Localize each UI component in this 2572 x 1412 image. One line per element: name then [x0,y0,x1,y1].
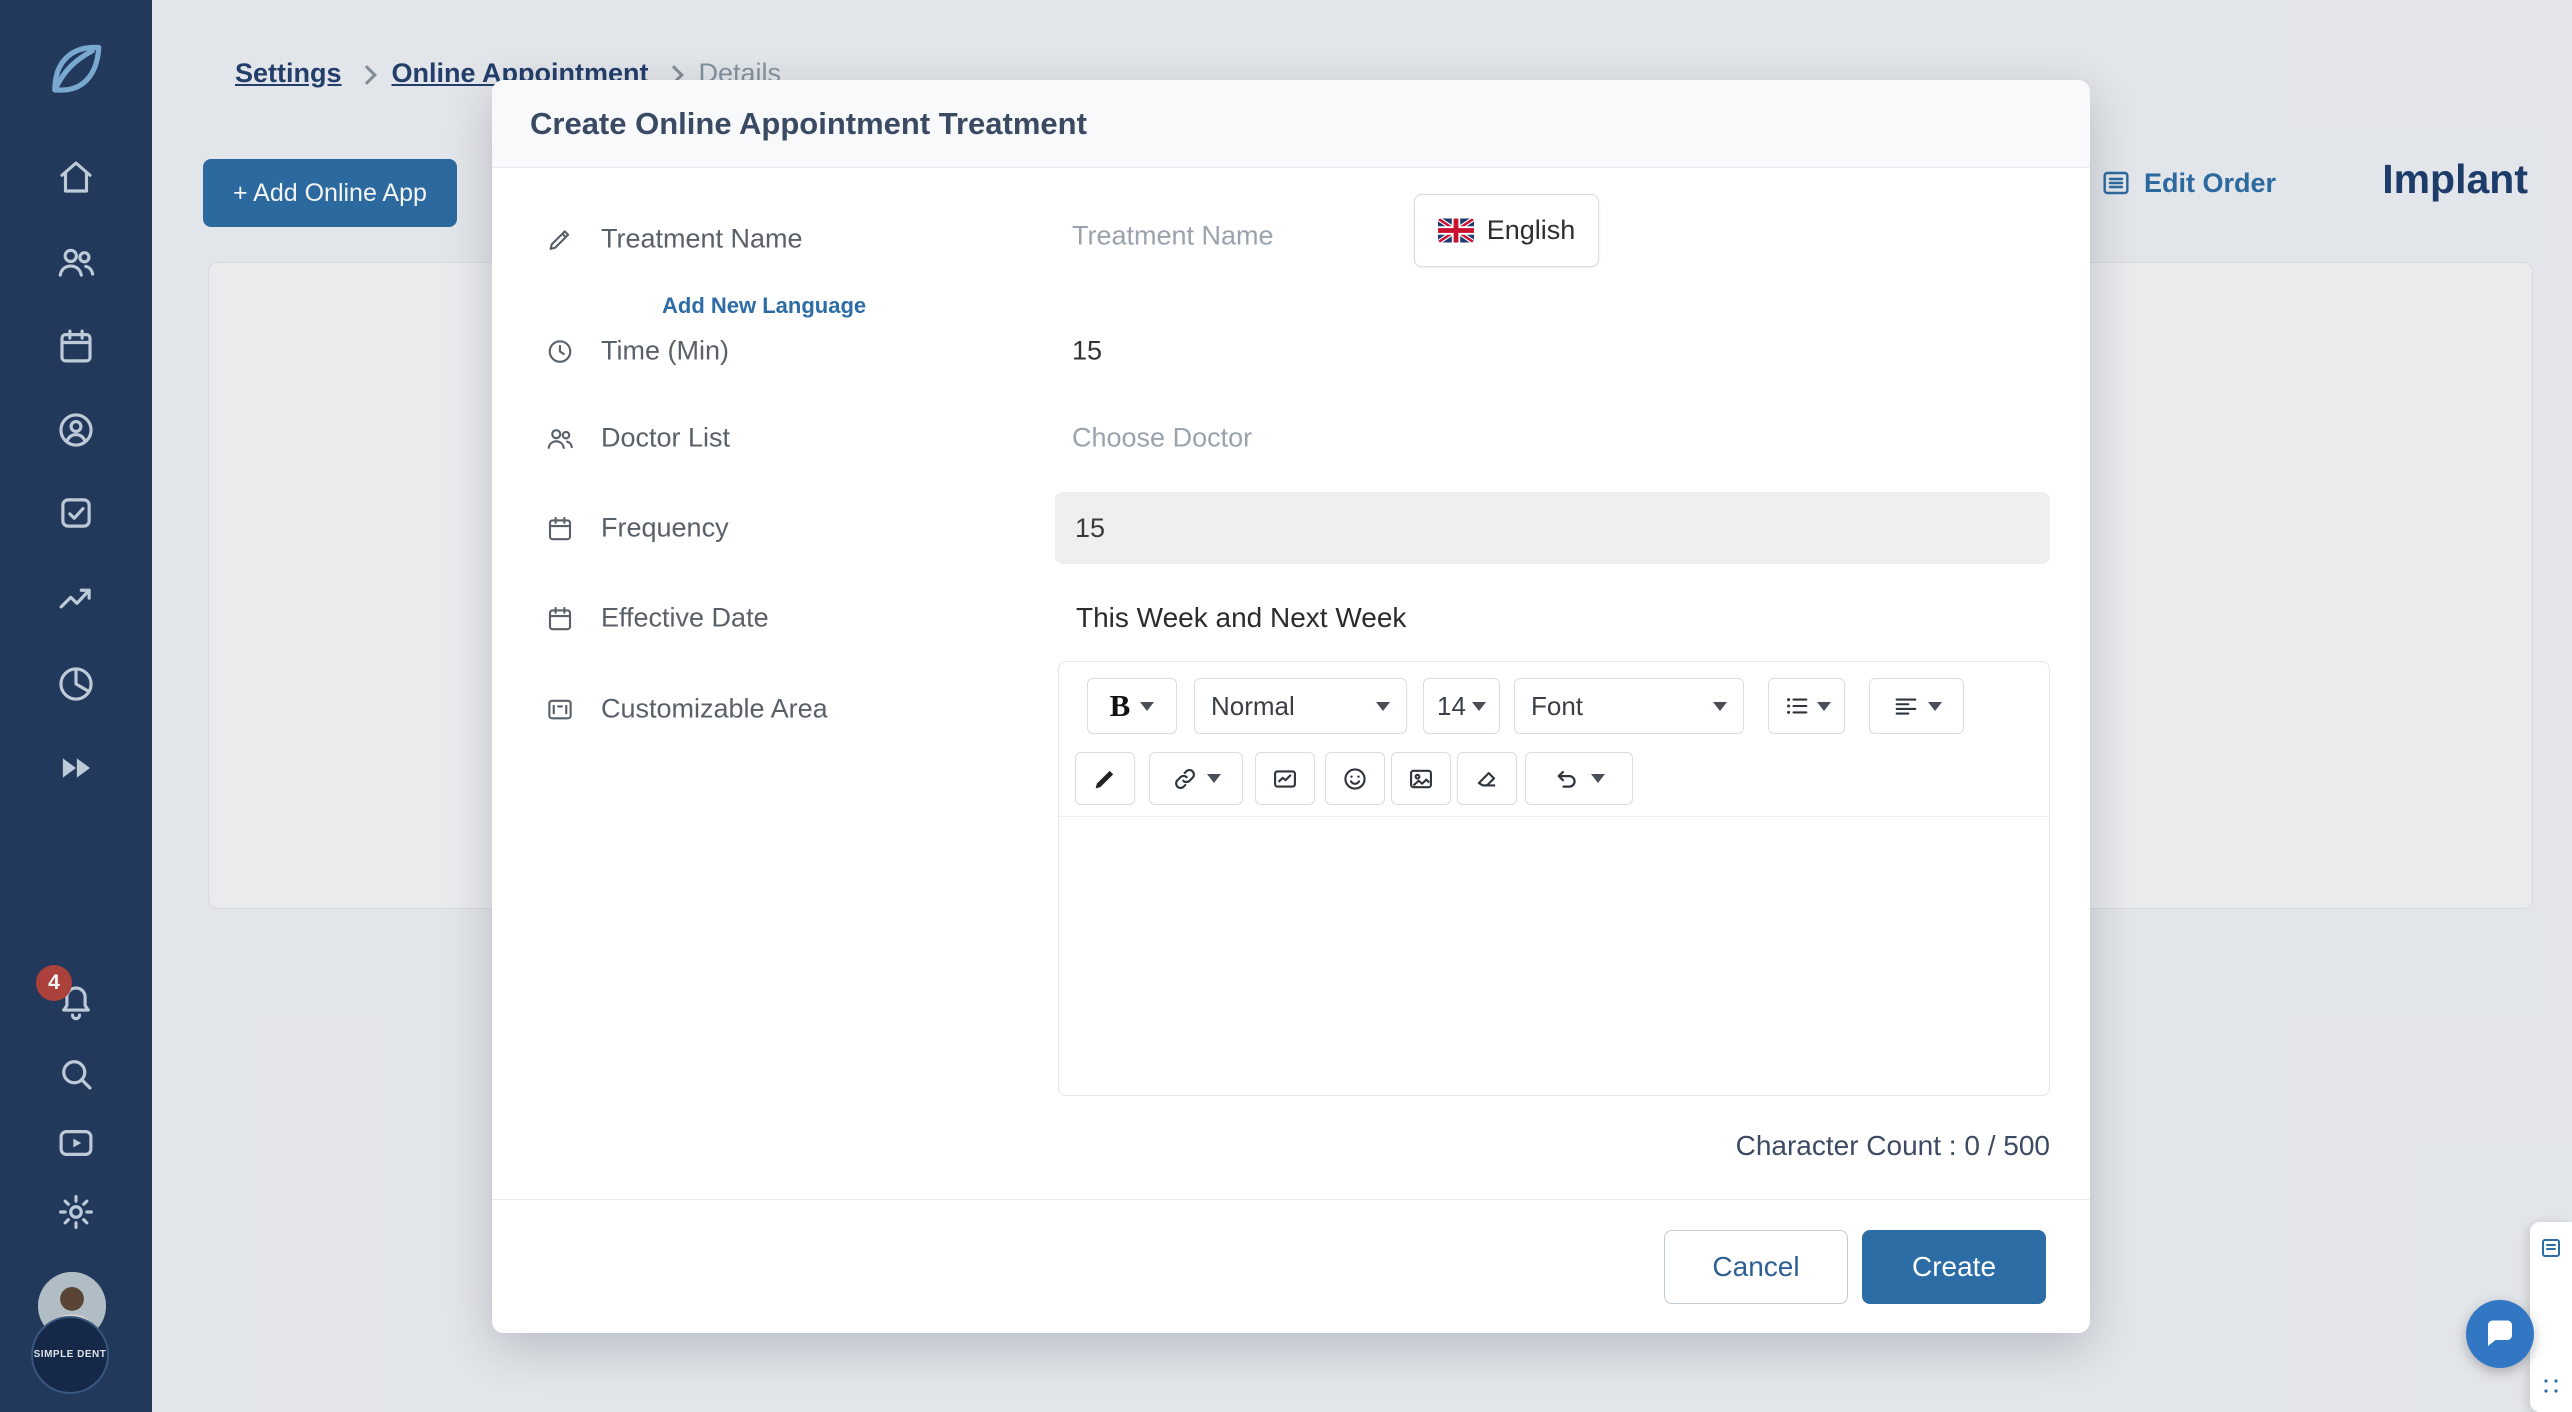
paragraph-style-dropdown[interactable]: Normal [1194,678,1407,734]
treatment-name-label: Treatment Name [545,224,803,255]
bold-button[interactable]: B [1087,678,1177,734]
emoji-icon [1341,765,1369,793]
calendar-icon [545,513,575,543]
insert-video-button[interactable] [1255,752,1315,805]
bullet-list-icon [1783,692,1811,720]
frequency-label: Frequency [545,513,729,544]
list-style-dropdown[interactable] [1768,678,1845,734]
uk-flag-icon [1438,218,1474,243]
paragraph-style-value: Normal [1211,691,1295,722]
frequency-input[interactable] [1055,492,2050,564]
notes-icon [2539,1236,2563,1260]
card-icon [545,694,575,724]
caret-down-icon [1817,702,1831,711]
side-widget-panel[interactable] [2530,1222,2572,1412]
align-left-icon [1892,692,1920,720]
modal-header: Create Online Appointment Treatment [492,80,2090,168]
time-input[interactable] [1070,335,1274,368]
undo-button[interactable] [1525,752,1633,805]
add-new-language-link[interactable]: Add New Language [662,293,866,319]
link-icon [1171,765,1199,793]
treatment-name-input[interactable] [1070,220,1404,253]
font-size-value: 14 [1437,691,1466,722]
doctors-icon [545,423,575,453]
modal-footer: Cancel Create [492,1199,2090,1333]
character-count: Character Count : 0 / 500 [1736,1130,2050,1162]
bold-glyph: B [1110,688,1131,724]
video-icon [1271,765,1299,793]
font-family-value: Font [1531,691,1583,722]
clock-icon [545,336,575,366]
time-label-text: Time (Min) [601,336,729,367]
font-family-dropdown[interactable]: Font [1514,678,1744,734]
effective-date-value[interactable]: This Week and Next Week [1076,602,1406,634]
image-icon [1407,765,1435,793]
insert-emoji-button[interactable] [1325,752,1385,805]
caret-down-icon [1207,774,1221,783]
chat-button[interactable] [2466,1300,2534,1368]
doctor-list-label: Doctor List [545,423,730,454]
language-label: English [1487,215,1576,246]
editor-content[interactable] [1059,817,2049,1097]
caret-down-icon [1591,774,1605,783]
caret-down-icon [1928,702,1942,711]
frequency-label-text: Frequency [601,513,729,544]
dots-grid-icon [2539,1374,2563,1398]
caret-down-icon [1140,702,1154,711]
chat-bubble-icon [2482,1316,2518,1352]
rich-text-editor: B Normal 14 Font [1058,661,2050,1096]
eraser-button[interactable] [1457,752,1517,805]
edit-pen-icon [545,224,575,254]
effective-date-label-text: Effective Date [601,603,769,634]
create-button[interactable]: Create [1862,1230,2046,1304]
create-treatment-modal: Create Online Appointment Treatment Trea… [492,80,2090,1333]
pen-icon [1091,765,1119,793]
calendar-icon [545,603,575,633]
caret-down-icon [1472,702,1486,711]
app-root: 4 SIMPLE DENT [0,0,2572,1412]
eraser-icon [1473,765,1501,793]
link-button[interactable] [1149,752,1243,805]
undo-icon [1553,765,1581,793]
insert-image-button[interactable] [1391,752,1451,805]
editor-toolbar: B Normal 14 Font [1059,662,2049,817]
doctor-select-input[interactable] [1070,422,1494,455]
time-label: Time (Min) [545,336,729,367]
effective-date-label: Effective Date [545,603,769,634]
caret-down-icon [1376,702,1390,711]
caret-down-icon [1713,702,1727,711]
doctor-list-label-text: Doctor List [601,423,730,454]
customizable-area-label: Customizable Area [545,694,828,725]
pen-color-button[interactable] [1075,752,1135,805]
align-dropdown[interactable] [1869,678,1964,734]
language-select-button[interactable]: English [1414,194,1599,267]
customizable-area-label-text: Customizable Area [601,694,828,725]
font-size-dropdown[interactable]: 14 [1423,678,1500,734]
modal-title: Create Online Appointment Treatment [530,106,1087,142]
treatment-name-label-text: Treatment Name [601,224,803,255]
cancel-button[interactable]: Cancel [1664,1230,1848,1304]
